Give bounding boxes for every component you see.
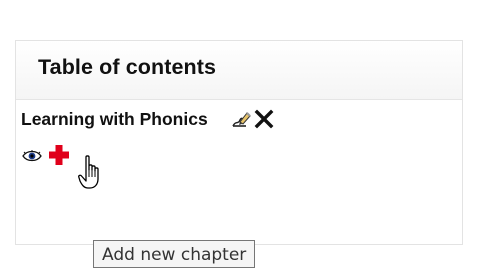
tooltip-add-new-chapter: Add new chapter: [93, 240, 256, 268]
eye-icon[interactable]: [22, 149, 42, 162]
edit-icon[interactable]: [230, 108, 252, 130]
block-header: Table of contents: [16, 41, 462, 100]
delete-icon[interactable]: [254, 109, 274, 129]
hand-pointer-icon: [78, 155, 108, 191]
table-of-contents-block: Table of contents: [15, 40, 463, 245]
block-title: Table of contents: [38, 55, 217, 79]
chapter-title-link[interactable]: Learning with Phonics: [21, 109, 208, 130]
plus-icon[interactable]: [48, 144, 70, 166]
chapter-row: Learning with Phonics: [21, 108, 274, 130]
